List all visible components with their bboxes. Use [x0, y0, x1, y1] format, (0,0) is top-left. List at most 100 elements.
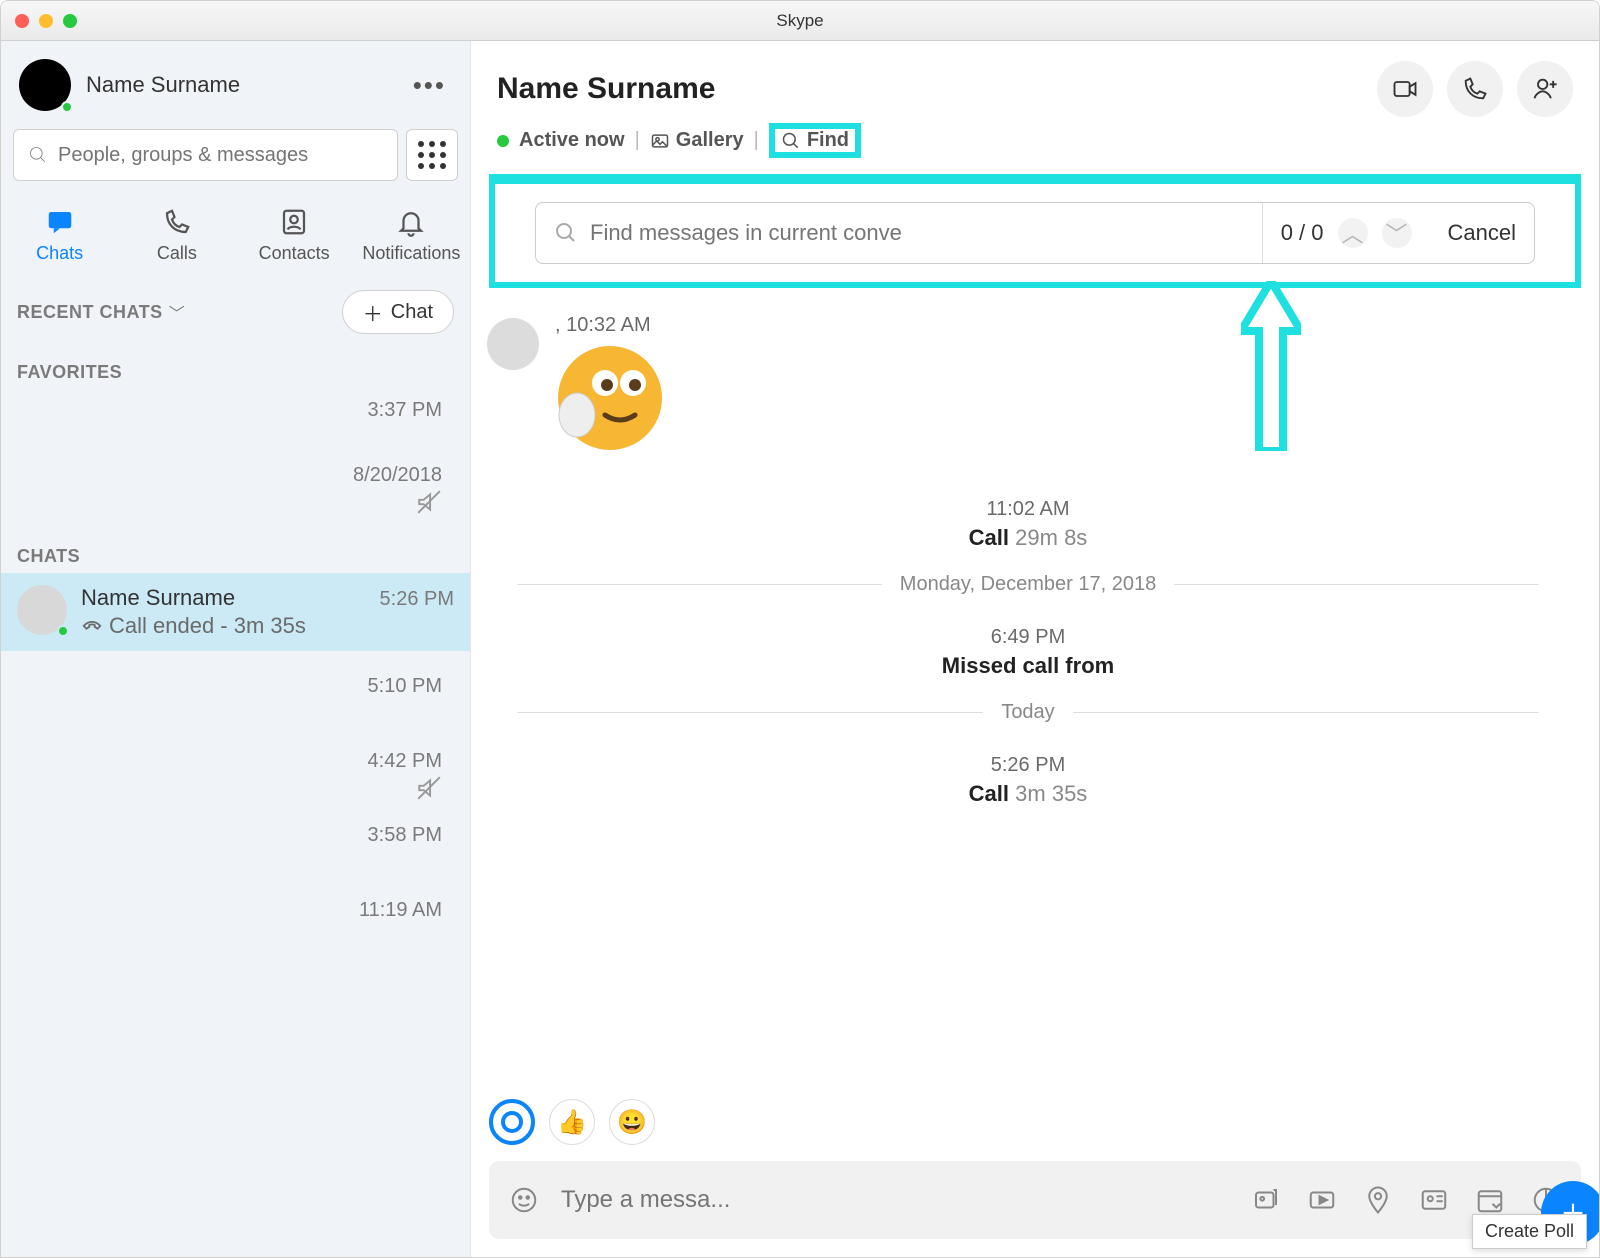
tab-label: Calls: [157, 243, 197, 264]
tab-calls[interactable]: Calls: [118, 207, 235, 264]
window-controls: [15, 14, 77, 28]
minimize-window-button[interactable]: [39, 14, 53, 28]
event-time: 5:26 PM: [487, 754, 1569, 777]
contact-name: Name Surname: [497, 72, 715, 106]
video-message-icon[interactable]: [1307, 1185, 1337, 1215]
section-label: FAVORITES: [17, 362, 122, 383]
chat-item-time: 5:26 PM: [380, 588, 454, 611]
section-chats: CHATS: [1, 528, 470, 573]
missed-call-event: 6:49 PM Missed call from: [487, 626, 1569, 679]
reaction-selected[interactable]: [489, 1099, 535, 1145]
call-ended-icon: [81, 615, 103, 637]
search-input[interactable]: [58, 144, 383, 167]
close-window-button[interactable]: [15, 14, 29, 28]
contacts-icon: [279, 207, 309, 237]
self-avatar[interactable]: [19, 59, 71, 111]
message-row: , 10:32 AM: [487, 314, 1569, 468]
chat-item-body: Name Surname 5:26 PM Call ended - 3m 35s: [81, 585, 454, 639]
event-label: Call: [969, 525, 1009, 550]
search-icon: [554, 221, 578, 245]
search-icon: [781, 131, 801, 151]
reaction-thumbs-up[interactable]: 👍: [549, 1099, 595, 1145]
attach-image-icon[interactable]: [1251, 1185, 1281, 1215]
call-event: 5:26 PM Call 3m 35s: [487, 754, 1569, 807]
video-call-button[interactable]: [1377, 61, 1433, 117]
chat-time: 4:42 PM: [1, 740, 470, 775]
mute-indicator: [1, 489, 470, 528]
audio-call-button[interactable]: [1447, 61, 1503, 117]
dialpad-button[interactable]: [406, 129, 458, 181]
find-count: 0 / 0: [1281, 220, 1324, 246]
event-duration: 3m 35s: [1015, 781, 1087, 806]
presence-dot-icon: [497, 135, 509, 147]
add-participant-button[interactable]: [1517, 61, 1573, 117]
search-box[interactable]: [13, 129, 398, 181]
chat-icon: [45, 207, 75, 237]
muted-icon: [416, 775, 442, 801]
muted-icon: [416, 489, 442, 515]
new-chat-button[interactable]: ＋ Chat: [342, 290, 454, 334]
section-favorites: FAVORITES: [1, 340, 470, 389]
nav-tabs: Chats Calls Contacts Notifications: [1, 189, 470, 276]
contact-card-icon[interactable]: [1419, 1185, 1449, 1215]
self-name: Name Surname: [86, 72, 240, 98]
window-title: Skype: [776, 11, 823, 31]
conversation-header: Name Surname Active now | Gallery: [471, 41, 1599, 164]
tab-label: Contacts: [259, 243, 330, 264]
message-input[interactable]: [561, 1186, 751, 1214]
section-label: RECENT CHATS: [17, 302, 163, 323]
titlebar: Skype: [1, 1, 1599, 41]
date-label: Today: [1001, 701, 1054, 724]
event-time: 11:02 AM: [487, 498, 1569, 521]
phone-icon: [162, 207, 192, 237]
plus-icon: ＋: [363, 298, 383, 327]
find-prev-button[interactable]: ︿: [1338, 218, 1368, 248]
presence-dot-icon: [61, 101, 73, 113]
more-menu-button[interactable]: •••: [407, 64, 452, 107]
bell-icon: [396, 207, 426, 237]
schedule-call-icon[interactable]: [1475, 1185, 1505, 1215]
find-input[interactable]: [590, 220, 1244, 246]
gallery-icon: [650, 131, 670, 151]
phone-icon: [1461, 75, 1489, 103]
search-row: [1, 121, 470, 189]
find-cancel-button[interactable]: Cancel: [1430, 203, 1534, 263]
avatar: [487, 318, 539, 370]
conversation-pane: Name Surname Active now | Gallery: [471, 41, 1599, 1257]
sidebar-list[interactable]: 3:37 PM 8/20/2018 CHATS Name Surname 5:2…: [1, 389, 470, 1257]
section-recent: RECENT CHATS ﹀ ＋ Chat: [1, 276, 470, 340]
event-label: Missed call from: [942, 653, 1114, 678]
app-window: Skype Name Surname •••: [0, 0, 1600, 1258]
video-icon: [1391, 75, 1419, 103]
tab-notifications[interactable]: Notifications: [353, 207, 470, 264]
location-icon[interactable]: [1363, 1185, 1393, 1215]
gallery-link[interactable]: Gallery: [650, 129, 744, 152]
chat-item-name: Name Surname: [81, 585, 235, 611]
tab-chats[interactable]: Chats: [1, 207, 118, 264]
add-person-icon: [1531, 75, 1559, 103]
find-link[interactable]: Find: [769, 123, 861, 158]
content: Name Surname ••• Chats: [1, 41, 1599, 1257]
event-time: 6:49 PM: [487, 626, 1569, 649]
find-panel: 0 / 0 ︿ ﹀ Cancel: [489, 174, 1581, 288]
section-label: CHATS: [17, 546, 80, 567]
profile-row: Name Surname •••: [1, 41, 470, 121]
call-event: 11:02 AM Call 29m 8s: [487, 498, 1569, 551]
emoji-picker-icon[interactable]: [509, 1185, 539, 1215]
find-next-button[interactable]: ﹀: [1382, 218, 1412, 248]
chat-time: 3:37 PM: [1, 389, 470, 424]
dialpad-icon: [418, 141, 446, 169]
presence-dot-icon: [57, 625, 69, 637]
tab-contacts[interactable]: Contacts: [236, 207, 353, 264]
avatar: [17, 585, 67, 635]
chat-list-item[interactable]: Name Surname 5:26 PM Call ended - 3m 35s: [1, 573, 470, 651]
messages-list[interactable]: , 10:32 AM 11:02 AM: [471, 288, 1599, 1089]
maximize-window-button[interactable]: [63, 14, 77, 28]
reaction-smile[interactable]: 😀: [609, 1099, 655, 1145]
chat-time: 3:58 PM: [1, 814, 470, 849]
chevron-down-icon[interactable]: ﹀: [169, 300, 185, 324]
tab-label: Chats: [36, 243, 83, 264]
chat-time: 11:19 AM: [1, 889, 470, 924]
tooltip: Create Poll: [1472, 1214, 1587, 1249]
reactions-row: 👍 😀: [471, 1089, 1599, 1155]
